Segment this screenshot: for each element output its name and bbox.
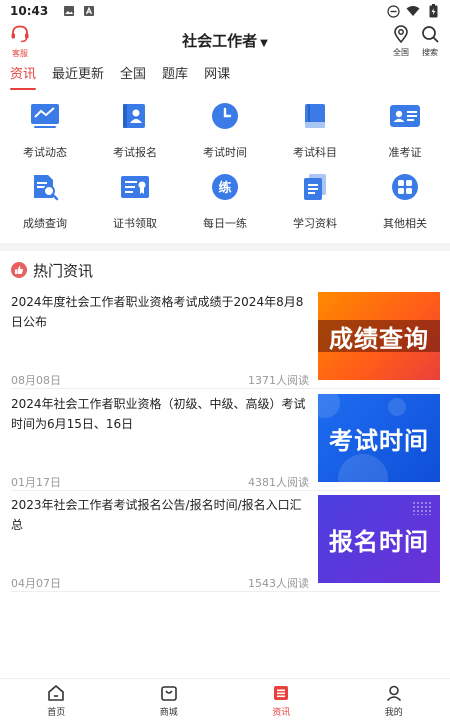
grid-item-daily-practice[interactable]: 练 每日一练 bbox=[180, 171, 270, 242]
search-button[interactable]: 搜索 bbox=[417, 25, 443, 58]
thumbnail-text: 考试时间 bbox=[329, 426, 429, 455]
news-date: 08月08日 bbox=[11, 374, 61, 387]
search-label: 搜索 bbox=[422, 48, 438, 57]
caret-down-icon: ▼ bbox=[260, 38, 268, 49]
register-icon bbox=[119, 100, 151, 132]
home-icon bbox=[48, 685, 65, 701]
id-card-icon bbox=[389, 100, 421, 132]
nav-label: 首页 bbox=[47, 708, 66, 718]
grid-item-label: 考试报名 bbox=[113, 146, 157, 159]
feature-grid: 考试动态 考试报名 考试时间 考试科目 准考证 成绩查询 证书领取 练 每日一练… bbox=[0, 100, 450, 242]
nav-mall[interactable]: 商城 bbox=[113, 679, 226, 720]
subject-selector[interactable]: 社会工作者 ▼ bbox=[0, 30, 450, 51]
news-read-count: 1543人阅读 bbox=[248, 577, 309, 590]
grid-item-label: 每日一练 bbox=[203, 217, 247, 230]
thumbnail-text: 成绩查询 bbox=[329, 324, 429, 353]
grid-item-label: 考试科目 bbox=[293, 146, 337, 159]
news-title: 2023年社会工作者考试报名公告/报名时间/报名入口汇总 bbox=[11, 498, 302, 532]
news-separator bbox=[11, 591, 440, 592]
news-read-count: 4381人阅读 bbox=[248, 476, 309, 489]
grid-item-label: 考试时间 bbox=[203, 146, 247, 159]
news-item[interactable]: 2024年度社会工作者职业资格考试成绩于2024年8月8日公布 08月08日 1… bbox=[0, 292, 450, 392]
book-icon bbox=[299, 100, 331, 132]
hot-news-header: 热门资讯 bbox=[0, 258, 450, 282]
daily-practice-icon: 练 bbox=[209, 171, 241, 203]
news-list-icon bbox=[274, 686, 289, 700]
header: 客服 社会工作者 ▼ 全国 搜索 bbox=[0, 22, 450, 60]
news-title: 2024年社会工作者职业资格（初级、中级、高级）考试时间为6月15日、16日 bbox=[11, 397, 306, 431]
search-icon bbox=[422, 26, 439, 43]
grid-item-exam-time[interactable]: 考试时间 bbox=[180, 100, 270, 171]
grid-item-certificate-collection[interactable]: 证书领取 bbox=[90, 171, 180, 242]
certificate-icon bbox=[119, 171, 151, 203]
user-icon bbox=[386, 685, 401, 702]
grid-item-label: 准考证 bbox=[388, 146, 422, 159]
grid-item-study-materials[interactable]: 学习资料 bbox=[270, 171, 360, 242]
nav-home[interactable]: 首页 bbox=[0, 679, 113, 720]
section-divider bbox=[0, 243, 450, 251]
grid-item-score-inquiry[interactable]: 成绩查询 bbox=[0, 171, 90, 242]
location-pin-icon bbox=[394, 25, 408, 44]
svg-text:练: 练 bbox=[218, 180, 231, 196]
thumbnail-text: 报名时间 bbox=[329, 527, 429, 556]
grid-item-label: 其他相关 bbox=[383, 217, 427, 230]
grid-item-admission-ticket[interactable]: 准考证 bbox=[360, 100, 450, 171]
tab-news[interactable]: 资讯 bbox=[10, 62, 37, 90]
bottom-navigation: 首页 商城 资讯 我的 bbox=[0, 678, 450, 720]
tab-question-bank[interactable]: 题库 bbox=[162, 62, 188, 90]
grid-item-label: 学习资料 bbox=[293, 217, 337, 230]
news-date: 01月17日 bbox=[11, 476, 61, 489]
tab-national[interactable]: 全国 bbox=[120, 62, 146, 90]
grid-item-exam-subjects[interactable]: 考试科目 bbox=[270, 100, 360, 171]
battery-icon bbox=[426, 4, 440, 18]
tab-online-courses[interactable]: 网课 bbox=[204, 62, 230, 90]
clock-icon bbox=[209, 100, 241, 132]
grid-item-exam-registration[interactable]: 考试报名 bbox=[90, 100, 180, 171]
nav-news[interactable]: 资讯 bbox=[225, 679, 338, 720]
shopping-bag-icon bbox=[160, 686, 177, 701]
news-thumbnail: 考试时间 bbox=[318, 394, 440, 482]
news-item[interactable]: 2024年社会工作者职业资格（初级、中级、高级）考试时间为6月15日、16日 0… bbox=[0, 394, 450, 494]
nav-profile[interactable]: 我的 bbox=[338, 679, 450, 720]
tab-recent-updates[interactable]: 最近更新 bbox=[52, 62, 104, 90]
nav-label: 我的 bbox=[384, 708, 403, 718]
score-search-icon bbox=[29, 171, 61, 203]
grid-item-label: 证书领取 bbox=[113, 217, 157, 230]
wifi-icon bbox=[406, 4, 420, 18]
trend-chart-icon bbox=[29, 100, 61, 132]
news-thumbnail: 成绩查询 bbox=[318, 292, 440, 380]
grid-item-label: 考试动态 bbox=[23, 146, 67, 159]
nav-label: 资讯 bbox=[272, 708, 291, 718]
documents-icon bbox=[299, 171, 331, 203]
news-date: 04月07日 bbox=[11, 577, 61, 590]
status-time: 10:43 bbox=[10, 4, 49, 18]
grid-item-other-related[interactable]: 其他相关 bbox=[360, 171, 450, 242]
category-tabs: 资讯 最近更新 全国 题库 网课 bbox=[0, 62, 450, 92]
page-title: 社会工作者 bbox=[182, 32, 258, 50]
apps-icon bbox=[389, 171, 421, 203]
thumbs-up-icon bbox=[11, 262, 27, 278]
gallery-notification-icon bbox=[62, 4, 76, 18]
app-notification-icon bbox=[82, 4, 96, 18]
grid-item-label: 成绩查询 bbox=[23, 217, 67, 230]
news-separator bbox=[11, 490, 440, 491]
news-thumbnail: 报名时间 bbox=[318, 495, 440, 583]
region-label: 全国 bbox=[393, 48, 409, 57]
status-bar: 10:43 bbox=[0, 0, 450, 22]
news-item[interactable]: 2023年社会工作者考试报名公告/报名时间/报名入口汇总 04月07日 1543… bbox=[0, 495, 450, 595]
nav-label: 商城 bbox=[159, 708, 178, 718]
news-separator bbox=[11, 388, 440, 389]
region-button[interactable]: 全国 bbox=[388, 25, 414, 58]
do-not-disturb-icon bbox=[386, 4, 400, 18]
grid-item-exam-news[interactable]: 考试动态 bbox=[0, 100, 90, 171]
hot-news-title: 热门资讯 bbox=[33, 261, 94, 280]
news-read-count: 1371人阅读 bbox=[248, 374, 309, 387]
news-title: 2024年度社会工作者职业资格考试成绩于2024年8月8日公布 bbox=[11, 295, 304, 329]
